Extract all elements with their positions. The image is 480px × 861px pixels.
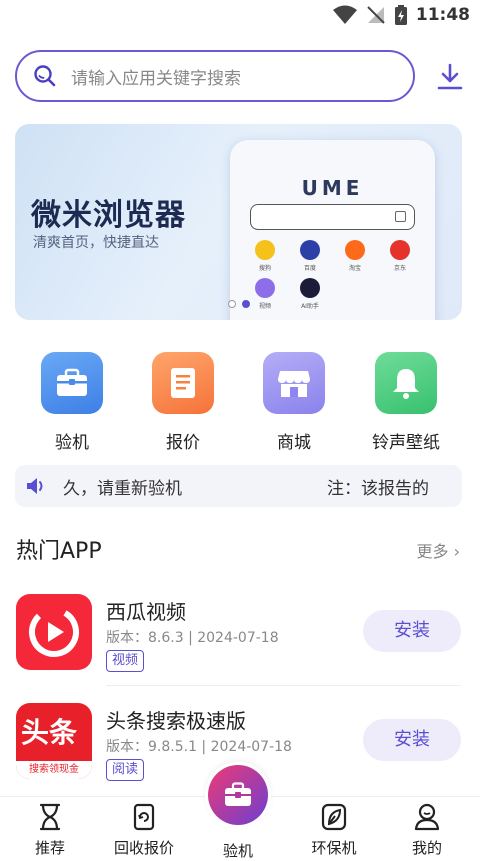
phone-app-label: AI助手 [301,303,319,310]
notice-bar[interactable]: 久，请重新验机 注：该报告的 [15,465,462,507]
scan-icon [395,211,406,222]
xigua-video-icon [16,594,92,670]
search-placeholder: 请输入应用关键字搜索 [71,68,241,89]
section-title: 热门APP [16,539,102,564]
status-bar: 11:48 [0,0,480,30]
taobao-icon [345,240,365,260]
quick-action-inspect[interactable]: 验机 [27,352,117,453]
tab-inspect-center[interactable] [205,762,271,828]
install-button[interactable]: 安装 [363,610,461,652]
tab-label: 验机 [222,842,253,860]
tab-label: 我的 [411,839,442,857]
ai-app-icon [300,278,320,298]
promo-banner[interactable]: 微米浏览器 清爽首页，快捷直达 UME 搜狗 百度 淘宝 京东 视频 AI助手 [15,124,462,320]
notice-text: 久，请重新验机 [63,478,182,499]
store-icon [263,352,325,414]
tab-recycle-quote[interactable]: 回收报价 [104,803,184,858]
search-input[interactable]: 请输入应用关键字搜索 [15,50,415,102]
banner-phone-mockup: UME 搜狗 百度 淘宝 京东 视频 AI助手 [230,140,435,320]
leaf-icon [321,803,347,831]
sogou-icon [255,240,275,260]
install-button[interactable]: 安装 [363,719,461,761]
phone-app-label: 淘宝 [348,265,361,272]
tab-mine[interactable]: 我的 [387,803,467,858]
quick-action-label: 商城 [277,433,311,453]
video-app-icon [255,278,275,298]
battery-charging-icon [394,5,407,25]
app-name: 头条搜索极速版 [106,709,246,733]
search-icon [34,65,56,87]
app-category-tag: 视频 [106,650,145,672]
jd-icon [390,240,410,260]
toutiao-search-icon: 头条 搜索领现金 [16,703,92,779]
chevron-right-icon: › [453,542,460,561]
phone-app-label: 搜狗 [258,265,271,272]
hourglass-icon [39,803,61,831]
quick-action-ringtone[interactable]: 铃声壁纸 [361,352,451,453]
app-category-tag: 阅读 [106,759,145,781]
search-row: 请输入应用关键字搜索 [15,50,465,102]
briefcase-icon [208,765,268,825]
phone-recycle-icon [133,803,155,831]
pager-dot-active[interactable] [242,300,250,308]
app-name: 西瓜视频 [106,600,186,624]
tab-recommend[interactable]: 推荐 [10,803,90,858]
quick-action-store[interactable]: 商城 [249,352,339,453]
more-link[interactable]: 更多 › [416,538,460,562]
briefcase-icon [41,352,103,414]
phone-app-label: 视频 [258,303,271,310]
user-icon [414,803,440,831]
tab-label: 推荐 [34,839,65,857]
quick-action-quote[interactable]: 报价 [138,352,228,453]
tab-label: 回收报价 [113,839,174,857]
more-label: 更多 [416,542,449,561]
app-meta: 版本：9.8.5.1 | 2024-07-18 [106,739,292,755]
tab-label: 环保机 [311,839,357,857]
no-signal-icon [367,6,385,24]
phone-brand: UME [301,176,364,200]
phone-app-label: 京东 [393,265,406,272]
app-meta: 版本：8.6.3 | 2024-07-18 [106,630,279,646]
phone-app-label: 百度 [303,265,316,272]
toutiao-icon-subtext: 搜索领现金 [16,761,92,779]
divider [106,685,461,686]
bell-icon [375,352,437,414]
banner-subtitle: 清爽首页，快捷直达 [33,235,159,251]
toutiao-icon-text: 头条 [21,716,78,749]
notice-text: 注：该报告的 [327,478,429,499]
quick-action-label: 报价 [166,433,200,453]
banner-pager [228,300,250,308]
app-list-item[interactable]: 西瓜视频 版本：8.6.3 | 2024-07-18 视频 安装 [0,594,480,694]
wifi-icon [332,5,357,24]
banner-title: 微米浏览器 [31,198,186,233]
download-icon[interactable] [435,62,465,92]
quick-action-label: 铃声壁纸 [372,433,440,453]
baidu-icon [300,240,320,260]
document-icon [152,352,214,414]
speaker-icon [27,478,43,494]
status-time: 11:48 [415,5,470,25]
pager-dot[interactable] [228,300,236,308]
quick-action-label: 验机 [55,433,89,453]
tab-eco-phone[interactable]: 环保机 [294,803,374,858]
phone-search-bar [250,204,415,230]
